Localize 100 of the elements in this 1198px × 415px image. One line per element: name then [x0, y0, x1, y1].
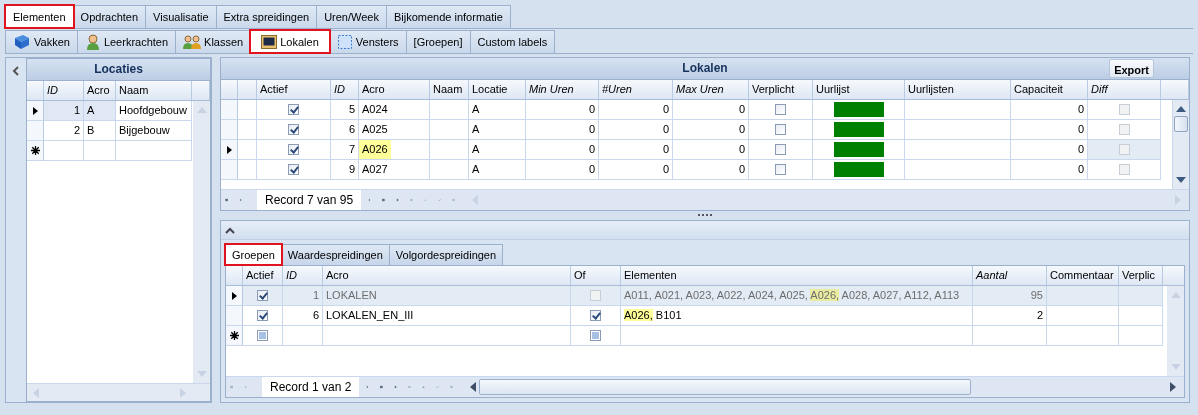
tab[interactable]: [Groepen] — [405, 30, 471, 53]
column-header[interactable]: Of — [571, 266, 621, 285]
column-header[interactable]: Verplicht — [749, 80, 813, 99]
table-cell: 95 — [973, 286, 1047, 306]
table-cell: Hoofdgebouw — [116, 101, 192, 121]
new-row-icon — [229, 331, 239, 340]
tab[interactable]: Opdrachten — [72, 5, 147, 28]
tab[interactable]: Custom labels — [469, 30, 556, 53]
row-header[interactable] — [226, 326, 243, 346]
table-cell: 0 — [1011, 160, 1088, 180]
column-header[interactable]: Max Uren — [673, 80, 749, 99]
tab[interactable]: Waardespreidingen — [280, 244, 390, 265]
column-header[interactable]: Uurlijst — [813, 80, 905, 99]
table-cell: A — [469, 160, 526, 180]
checkbox[interactable] — [775, 164, 786, 175]
table-cell: A011, A021, A023, A022, A024, A025, A026, A028, A027, A112, A113 — [621, 286, 973, 306]
tab[interactable]: Lokalen — [250, 30, 330, 53]
checkbox[interactable] — [257, 290, 268, 301]
tab[interactable]: Klassen — [175, 30, 252, 53]
scroll-left-icon[interactable] — [470, 382, 477, 392]
column-header[interactable]: ID — [283, 266, 323, 285]
column-header[interactable]: Locatie — [469, 80, 526, 99]
checkbox[interactable] — [775, 104, 786, 115]
table-cell-text: A024 — [361, 102, 389, 117]
splitter-handle-icon[interactable] — [698, 214, 712, 217]
tab[interactable]: Groepen — [225, 244, 282, 265]
panel-title: Lokalen — [682, 61, 728, 75]
tab[interactable]: Volgordespreidingen — [388, 244, 504, 265]
column-header[interactable]: Acro — [84, 81, 116, 100]
tab[interactable]: Uren/Week — [316, 5, 387, 28]
table-cell — [1119, 306, 1163, 326]
table-cell: 9 — [331, 160, 359, 180]
scroll-right-icon[interactable] — [1170, 382, 1176, 392]
tab[interactable]: Leerkrachten — [76, 30, 177, 53]
column-header[interactable]: Capaciteit — [1011, 80, 1088, 99]
table-cell: 5 — [331, 100, 359, 120]
column-header[interactable]: Naam — [116, 81, 192, 100]
table-cell: 0 — [599, 140, 673, 160]
column-header[interactable]: Acro — [359, 80, 430, 99]
table-cell — [1119, 286, 1163, 306]
tab[interactable]: Visualisatie — [145, 5, 217, 28]
checkbox[interactable] — [288, 144, 299, 155]
checkbox[interactable] — [288, 164, 299, 175]
table-cell: 2 — [973, 306, 1047, 326]
checkbox[interactable] — [590, 310, 601, 321]
checkbox[interactable] — [590, 330, 601, 341]
scroll-down-icon[interactable] — [1176, 177, 1186, 183]
row-header[interactable] — [226, 286, 243, 306]
table-cell: 7 — [331, 140, 359, 160]
column-header[interactable]: ID — [44, 81, 84, 100]
column-header[interactable]: ID — [331, 80, 359, 99]
collapse-icon[interactable] — [12, 66, 20, 76]
current-row-icon — [32, 106, 38, 115]
checkbox[interactable] — [257, 330, 268, 341]
panel-title: Locaties — [27, 59, 210, 81]
tab[interactable]: Vensters — [328, 30, 407, 53]
tab[interactable]: Elementen — [5, 5, 74, 28]
frame-icon — [336, 34, 353, 50]
column-header[interactable]: Naam — [430, 80, 469, 99]
scrollbar-thumb[interactable] — [479, 379, 972, 395]
table-cell: 6 — [331, 120, 359, 140]
checkbox[interactable] — [257, 310, 268, 321]
checkbox[interactable] — [775, 124, 786, 135]
checkbox[interactable] — [288, 124, 299, 135]
column-header[interactable]: Verplic — [1119, 266, 1163, 285]
checkbox[interactable] — [288, 104, 299, 115]
table-cell: 1 — [283, 286, 323, 306]
column-header[interactable]: #Uren — [599, 80, 673, 99]
tab[interactable]: Extra spreidingen — [215, 5, 318, 28]
column-header[interactable]: Diff — [1088, 80, 1161, 99]
column-header[interactable]: Commentaar — [1047, 266, 1119, 285]
table-cell: 0 — [599, 160, 673, 180]
table-cell: 0 — [599, 120, 673, 140]
column-header[interactable]: Elementen — [621, 266, 973, 285]
checkbox[interactable] — [775, 144, 786, 155]
column-header[interactable]: Uurlijsten — [905, 80, 1011, 99]
collapse-icon[interactable] — [225, 226, 235, 234]
column-header[interactable]: Min Uren — [526, 80, 599, 99]
row-header[interactable] — [221, 140, 238, 160]
export-button[interactable]: Export — [1109, 59, 1154, 78]
scrollbar-thumb[interactable] — [1174, 116, 1188, 132]
table-cell: 0 — [526, 140, 599, 160]
column-header[interactable]: Acro — [323, 266, 571, 285]
tab[interactable]: Vakken — [5, 30, 78, 53]
table-cell: 0 — [673, 100, 749, 120]
column-header[interactable]: Actief — [243, 266, 283, 285]
tab[interactable]: Bijkomende informatie — [385, 5, 511, 28]
table-cell: 0 — [526, 100, 599, 120]
table-cell — [1047, 326, 1119, 346]
table-cell: 0 — [673, 160, 749, 180]
scrollbar[interactable] — [1172, 100, 1189, 189]
table-cell: LOKALEN — [323, 286, 571, 306]
table-cell: 0 — [673, 120, 749, 140]
column-header[interactable]: Actief — [257, 80, 331, 99]
row-header[interactable] — [27, 141, 44, 161]
row-header[interactable] — [27, 101, 44, 121]
scroll-up-icon[interactable] — [1176, 106, 1186, 112]
schedule-swatch — [833, 142, 884, 157]
column-header[interactable]: Aantal — [973, 266, 1047, 285]
table-cell: 0 — [526, 160, 599, 180]
